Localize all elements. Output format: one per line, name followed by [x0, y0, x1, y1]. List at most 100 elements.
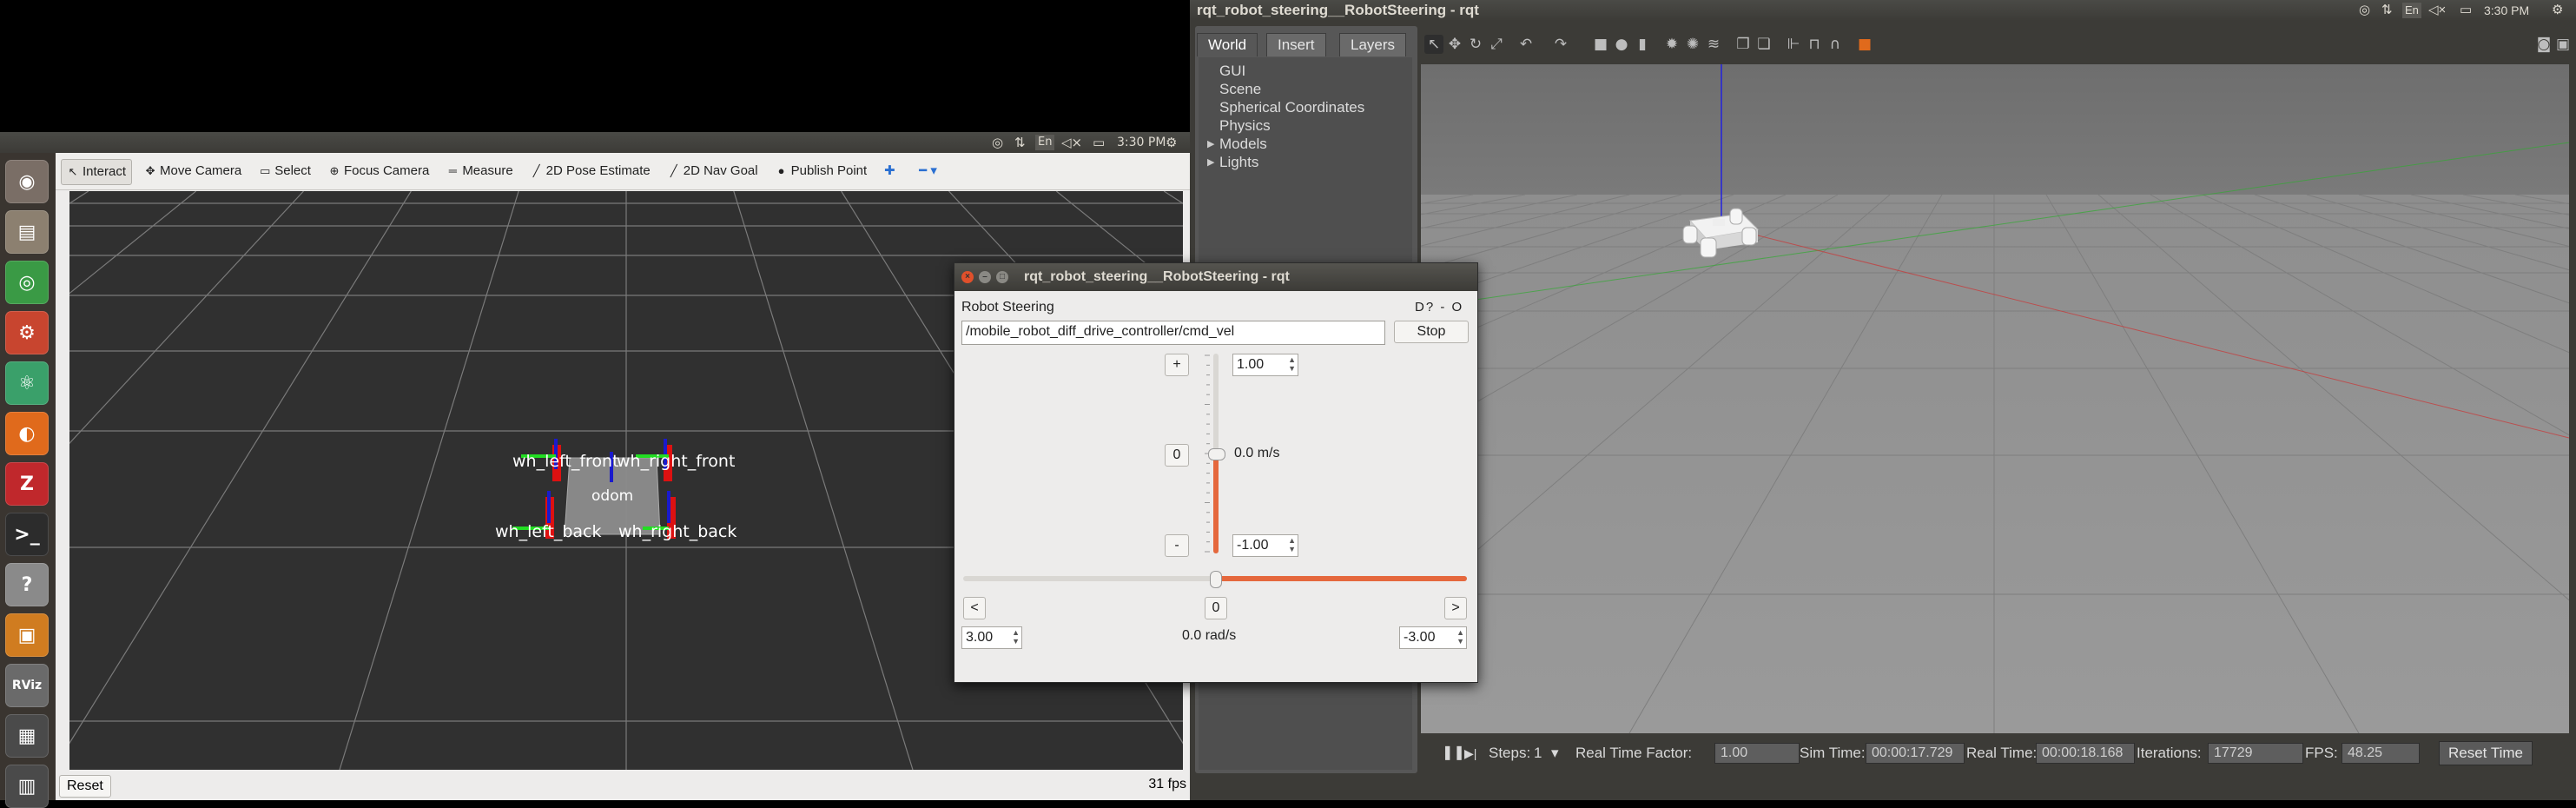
chrome-icon[interactable]: ◎ [5, 261, 49, 304]
terminal-icon[interactable]: >_ [5, 513, 49, 556]
frame-label-right-front: wh_right_front [617, 452, 735, 471]
steps-value[interactable]: 1 [1534, 744, 1542, 763]
sphere-shape-icon[interactable]: ● [1612, 35, 1631, 54]
network-icon[interactable]: ⇅ [2381, 3, 2393, 18]
tab-layers[interactable]: Layers [1339, 33, 1407, 56]
reset-button[interactable]: Reset [59, 775, 111, 798]
battery-icon[interactable]: ▭ [1093, 135, 1105, 150]
linear-decrease-button[interactable]: - [1165, 534, 1189, 557]
clock[interactable]: 3:30 PM [2484, 3, 2529, 18]
world-tree-item-spherical-coordinates[interactable]: Spherical Coordinates [1219, 99, 1364, 116]
workspace-icon[interactable]: ▦ [5, 714, 49, 758]
world-tree-item-scene[interactable]: Scene [1219, 81, 1261, 98]
files-icon[interactable]: ▤ [5, 210, 49, 254]
spot-light-icon[interactable]: ✺ [1683, 35, 1702, 54]
angular-slider-handle[interactable] [1210, 571, 1222, 588]
publish-point-tool[interactable]: ● Publish Point [770, 159, 873, 183]
box-shape-icon[interactable]: ■ [1591, 35, 1610, 54]
scale-icon[interactable]: ⤢ [1487, 35, 1506, 54]
world-tree-item-physics[interactable]: Physics [1219, 117, 1271, 135]
redo-icon[interactable]: ↷ [1551, 35, 1570, 54]
screenshot-icon[interactable]: ◙ [2534, 35, 2553, 54]
align-icon[interactable]: ⊩ [1784, 35, 1803, 54]
pose-estimate-tool[interactable]: ╱ 2D Pose Estimate [525, 159, 656, 183]
linear-min-spinbox[interactable]: -1.00 ▲ ▼ [1232, 534, 1298, 557]
world-tree-item-models[interactable]: ▶ Models [1207, 136, 1267, 153]
translate-icon[interactable]: ✥ [1445, 35, 1464, 54]
maximize-icon[interactable]: □ [996, 271, 1008, 283]
clock[interactable]: 3:30 PM [1117, 135, 1166, 150]
network-icon[interactable]: ⇅ [1014, 135, 1026, 150]
world-tree-item-lights[interactable]: ▶ Lights [1207, 154, 1258, 171]
focus-camera-tool[interactable]: ⊕ Focus Camera [323, 159, 434, 183]
angular-right-button[interactable]: > [1444, 597, 1467, 619]
gear-icon[interactable]: ⚙ [2552, 3, 2563, 18]
nav-goal-tool-label: 2D Nav Goal [683, 163, 758, 178]
expand-arrow-icon[interactable]: ▶ [1207, 136, 1214, 153]
linear-zero-button[interactable]: 0 [1165, 444, 1189, 467]
gazebo-scene [1421, 64, 2569, 733]
firefox-icon[interactable]: ◐ [5, 412, 49, 455]
tab-insert[interactable]: Insert [1266, 33, 1326, 56]
gear-icon[interactable]: ⚙ [1166, 135, 1177, 150]
point-light-icon[interactable]: ✹ [1662, 35, 1681, 54]
keyboard-layout-indicator[interactable]: En [2402, 3, 2421, 18]
angular-min-spinbox[interactable]: -3.00 ▲ ▼ [1399, 626, 1467, 649]
select-arrow-icon[interactable]: ↖ [1424, 35, 1443, 54]
minimize-icon[interactable]: – [979, 271, 991, 283]
frame-label-left-back: wh_left_back [495, 522, 602, 541]
trash-icon[interactable]: ▥ [5, 765, 49, 808]
cylinder-shape-icon[interactable]: ▮ [1633, 35, 1652, 54]
reset-time-button[interactable]: Reset Time [2439, 741, 2533, 765]
world-tree-item-gui[interactable]: GUI [1219, 63, 1245, 80]
chrome-indicator-icon[interactable]: ◎ [2359, 3, 2370, 18]
angular-left-button[interactable]: < [963, 597, 986, 619]
ubuntu-dash-icon[interactable]: ◉ [5, 160, 49, 203]
settings-icon[interactable]: ⚙ [5, 311, 49, 354]
directional-light-icon[interactable]: ≋ [1704, 35, 1723, 54]
copy-icon[interactable]: ❐ [1734, 35, 1753, 54]
stop-button[interactable]: Stop [1394, 321, 1469, 343]
atom-icon[interactable]: ⚛ [5, 361, 49, 405]
linear-slider-handle[interactable] [1208, 448, 1225, 460]
pause-icon[interactable]: ❚❚ [1442, 744, 1465, 763]
gazebo-icon[interactable]: ▣ [5, 613, 49, 657]
undo-icon[interactable]: ↶ [1516, 35, 1536, 54]
tab-world[interactable]: World [1197, 33, 1258, 56]
select-tool[interactable]: ▭ Select [254, 159, 316, 183]
expand-arrow-icon[interactable]: ▶ [1207, 154, 1214, 171]
step-icon[interactable]: ▶| [1464, 744, 1476, 763]
battery-icon[interactable]: ▭ [2460, 3, 2472, 18]
snap-icon[interactable]: ⊓ [1805, 35, 1824, 54]
linear-max-spinbox[interactable]: 1.00 ▲ ▼ [1232, 354, 1298, 376]
magnet-icon[interactable]: ∩ [1826, 35, 1845, 54]
chrome-indicator-icon[interactable]: ◎ [992, 135, 1003, 150]
nav-goal-tool[interactable]: ╱ 2D Nav Goal [663, 159, 763, 183]
move-camera-tool[interactable]: ✥ Move Camera [139, 159, 247, 183]
rviz-icon[interactable]: RViz [5, 664, 49, 707]
paste-icon[interactable]: ❏ [1754, 35, 1773, 54]
volume-icon[interactable]: ◁× [2428, 3, 2446, 18]
angular-zero-button[interactable]: 0 [1205, 597, 1227, 619]
rotate-icon[interactable]: ↻ [1466, 35, 1485, 54]
remove-tool-icon[interactable]: ━ ▾ [914, 159, 942, 183]
keyboard-layout-indicator[interactable]: En [1035, 135, 1055, 150]
record-icon[interactable]: ▣ [2553, 35, 2573, 54]
topic-input[interactable]: /mobile_robot_diff_drive_controller/cmd_… [961, 321, 1385, 345]
view-angle-icon[interactable]: ■ [1855, 35, 1874, 54]
measure-tool[interactable]: ═ Measure [441, 159, 518, 183]
zotero-icon[interactable]: Z [5, 462, 49, 506]
angular-slider-track[interactable] [963, 571, 1467, 588]
interact-tool[interactable]: ↖ Interact [61, 159, 133, 185]
linear-increase-button[interactable]: + [1165, 354, 1189, 376]
angular-max-spinbox[interactable]: 3.00 ▲ ▼ [961, 626, 1022, 649]
volume-icon[interactable]: ◁× [1061, 135, 1082, 150]
gazebo-3d-view[interactable] [1421, 64, 2569, 733]
rqt-title-bar[interactable]: × – □ rqt_robot_steering__RobotSteering … [954, 263, 1477, 291]
linear-slider-track[interactable] [1208, 354, 1225, 553]
close-icon[interactable]: × [961, 271, 974, 283]
plugin-controls[interactable]: D? - O [1415, 300, 1463, 315]
help-icon[interactable]: ? [5, 563, 49, 606]
add-tool-icon[interactable]: ✚ [879, 159, 901, 183]
steps-dropdown-icon[interactable]: ▾ [1551, 744, 1559, 763]
